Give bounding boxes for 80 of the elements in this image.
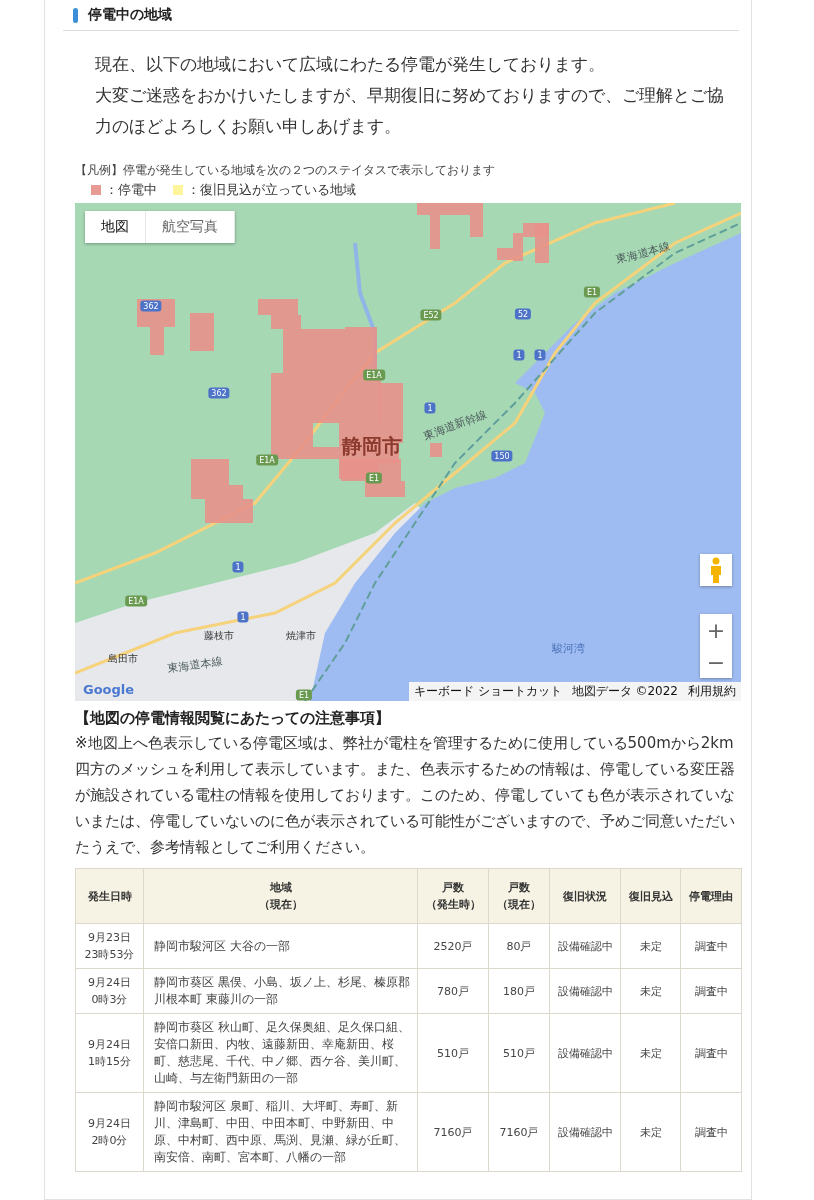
table-cell: 静岡市駿河区 泉町、稲川、大坪町、寿町、新川、津島町、中田、中田本町、中野新田、中原、中村町、西中原、馬渕、見瀬、緑が丘町、南安倍、南町、宮本町、八幡の一部 (143, 1092, 418, 1172)
table-cell: 調査中 (680, 1013, 742, 1093)
column-header: 復旧状況 (562, 888, 608, 905)
legend-label: ：停電中 (105, 181, 157, 199)
route-shield: E1 (365, 472, 383, 484)
railway-label: 東海道本線 (166, 653, 224, 677)
person-icon (709, 557, 723, 583)
notes-heading: 【地図の停電情報閲覧にあたっての注意事項】 (75, 709, 391, 728)
table-cell: 9月24日 1時15分 (75, 1013, 144, 1093)
table-cell: 2520戸 (417, 923, 489, 969)
zoom-out-button[interactable]: − (700, 646, 732, 678)
city-label: 静岡市 (342, 432, 402, 460)
route-shield: 1 (237, 611, 249, 623)
table-cell: 設備確認中 (549, 1092, 621, 1172)
table-cell: 調査中 (680, 968, 742, 1014)
notes-paragraph: ※地図上へ色表示している停電区域は、弊社が電柱を管理するために使用している500mから2km四方のメッシュを利用して表示しています。また、色表示するための情報は、停電している変圧器が施設されている電柱の情報を使用しております。このため、停電していても色が表示されていないまたは、停電していないのに色が表示されている可能性がございますので、予めご同意いただいたうえで、参考情報としてご利用ください。 (75, 733, 735, 858)
city-label: 焼津市 (286, 629, 316, 643)
table-cell: 9月23日 23時53分 (75, 923, 144, 969)
legend-caption: 【凡例】停電が発生している地域を次の２つのステイタスで表示しております (75, 162, 496, 179)
table-cell: 7160戸 (417, 1092, 489, 1172)
route-shield: 362 (208, 387, 230, 399)
route-shield: 1 (424, 402, 436, 414)
table-cell: 未定 (620, 923, 681, 969)
heading-marker-icon (73, 7, 78, 23)
map-logo: Google (83, 682, 135, 697)
attribution-link[interactable]: キーボード ショートカット (408, 682, 567, 701)
table-cell: 調査中 (680, 1092, 742, 1172)
column-subheader: （現在） (496, 897, 542, 913)
city-label: 島田市 (108, 652, 138, 666)
table-cell: 9月24日 0時3分 (75, 968, 144, 1014)
table-cell: 180戸 (488, 968, 550, 1014)
route-shield: E1 (583, 286, 601, 298)
route-shield: 1 (513, 349, 525, 361)
table-cell: 510戸 (488, 1013, 550, 1093)
intro-paragraph: 現在、以下の地域において広域にわたる停電が発生しております。 (95, 53, 606, 76)
route-shield: 150 (491, 450, 513, 462)
route-shield: 1 (534, 349, 546, 361)
zoom-in-button[interactable]: + (700, 614, 732, 646)
column-subheader: （発生時） (424, 897, 482, 913)
railway-label: 東海道本線 (614, 238, 672, 268)
map-type-tab[interactable]: 地図 (85, 211, 146, 243)
route-shield: E1A (363, 369, 385, 381)
table-cell: 設備確認中 (549, 1013, 621, 1093)
route-shield: E1 (295, 689, 313, 701)
street-view-button[interactable] (700, 554, 732, 586)
attribution-link[interactable]: 地図データ ©2022 (566, 682, 683, 701)
route-shield: E1A (125, 595, 147, 607)
column-header: 戸数 (441, 880, 465, 896)
legend-label: ：復旧見込が立っている地域 (187, 181, 356, 199)
column-header: 発生日時 (86, 888, 133, 905)
column-header: 地域 (268, 880, 293, 896)
table-cell: 7160戸 (488, 1092, 550, 1172)
table-cell: 静岡市葵区 黒俣、小島、坂ノ上、杉尾、榛原郡川根本町 東藤川の一部 (143, 968, 418, 1014)
map-type-tab[interactable]: 航空写真 (146, 211, 235, 243)
table-cell: 静岡市葵区 秋山町、足久保奥組、足久保口組、安倍口新田、内牧、遠藤新田、幸庵新田、桜町、慈悲尾、千代、中ノ郷、西ケ谷、美川町、山崎、与左衛門新田の一部 (143, 1013, 418, 1093)
column-header: 停電理由 (688, 888, 734, 905)
route-shield: 1 (232, 561, 244, 573)
column-header: 復旧見込 (627, 888, 674, 905)
table-cell: 静岡市駿河区 大谷の一部 (143, 923, 418, 969)
table-cell: 780戸 (417, 968, 489, 1014)
table-cell: 設備確認中 (549, 923, 621, 969)
section-title: 停電中の地域 (88, 6, 172, 24)
table-cell: 未定 (620, 1013, 681, 1093)
table-cell: 9月24日 2時0分 (75, 1092, 144, 1172)
city-label: 藤枝市 (204, 629, 234, 643)
bay-label: 駿河湾 (551, 640, 585, 656)
intro-paragraph: 大変ご迷惑をおかけいたしますが、早期復旧に努めておりますので、ご理解とご協力のほどよろしくお願い申しあげます。 (95, 84, 725, 138)
table-cell: 設備確認中 (549, 968, 621, 1014)
column-subheader: （現在） (257, 897, 304, 913)
route-shield: 362 (140, 300, 162, 312)
table-cell: 80戸 (488, 923, 550, 969)
column-header: 戸数 (507, 880, 531, 896)
route-shield: E1A (256, 454, 278, 466)
table-cell: 510戸 (417, 1013, 489, 1093)
table-cell: 未定 (620, 1092, 681, 1172)
route-shield: E52 (420, 309, 442, 321)
table-cell: 未定 (620, 968, 681, 1014)
attribution-link[interactable]: 利用規約 (683, 682, 741, 701)
table-cell: 調査中 (680, 923, 742, 969)
route-shield: 52 (514, 308, 532, 320)
